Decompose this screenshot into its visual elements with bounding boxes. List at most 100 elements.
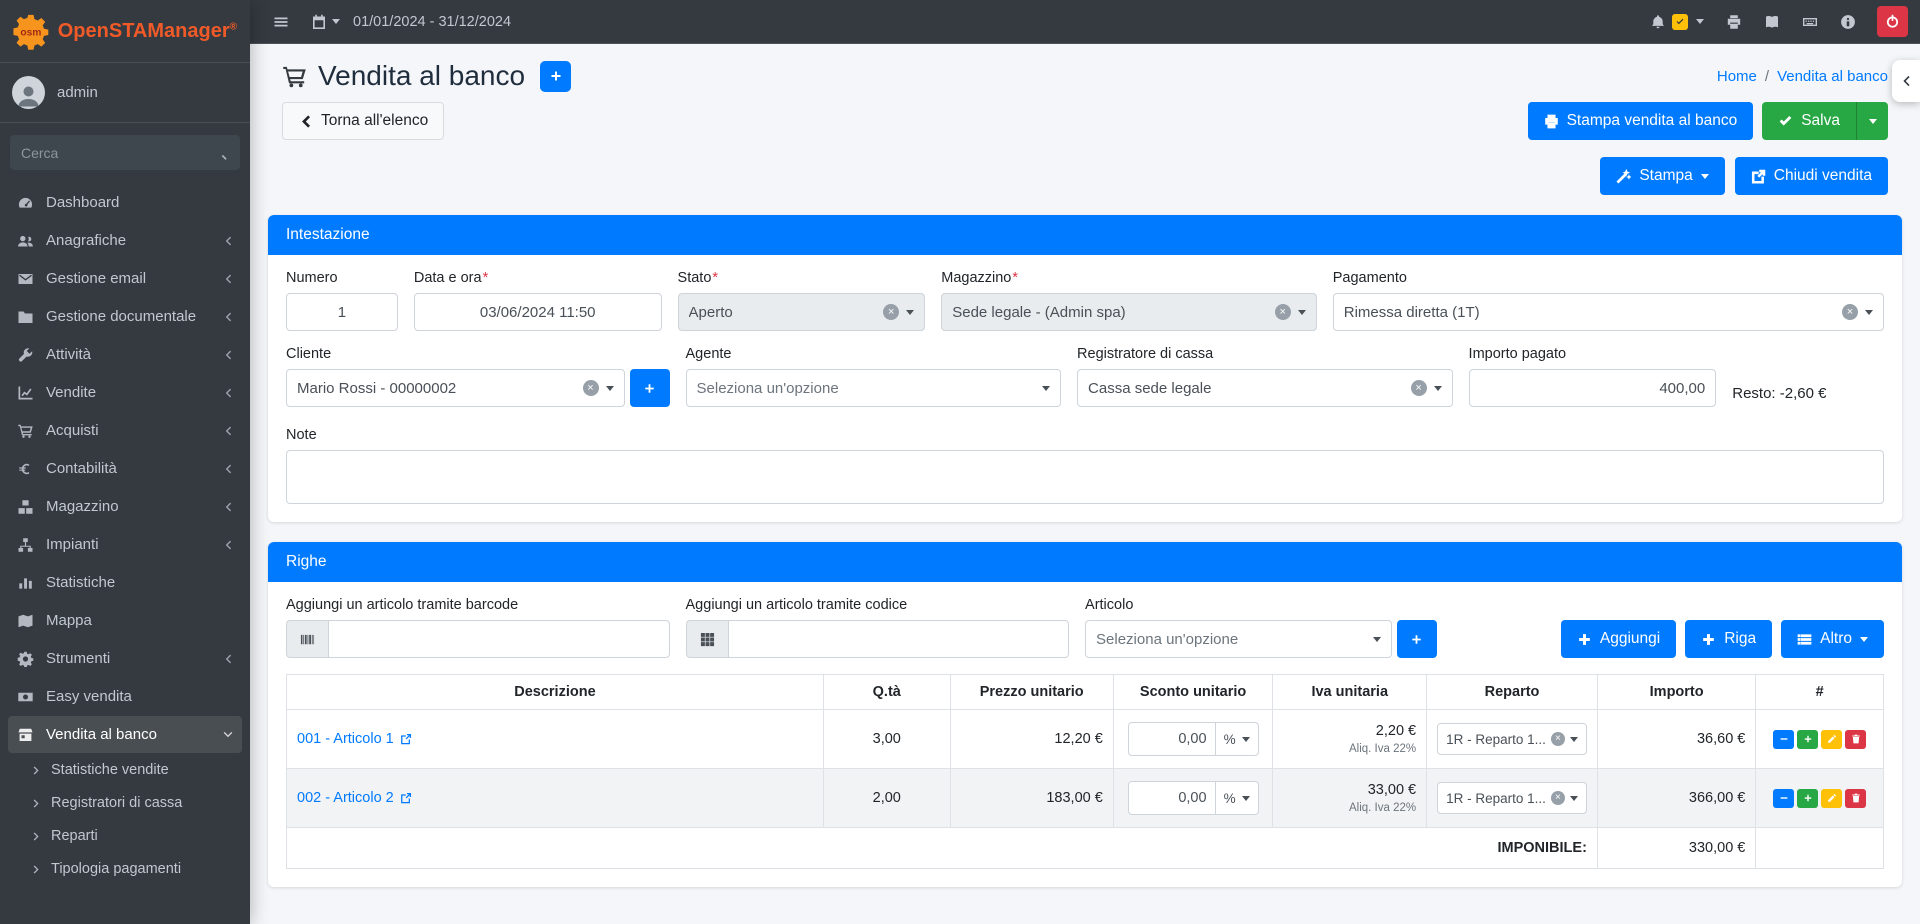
clear-icon[interactable]: × [1842, 304, 1858, 320]
articolo-select[interactable]: Seleziona un'opzione [1085, 620, 1392, 658]
cliente-field-group: Cliente Mario Rossi - 00000002 × [286, 346, 670, 407]
reparto-select[interactable]: 1R - Reparto 1... × [1437, 723, 1587, 755]
add-cliente-button[interactable] [630, 369, 670, 407]
print-sale-button[interactable]: Stampa vendita al banco [1528, 102, 1754, 140]
save-button[interactable]: Salva [1762, 102, 1856, 140]
sidebar-item-gestione-documentale[interactable]: Gestione documentale [8, 298, 242, 335]
decrease-qty-button[interactable] [1773, 730, 1794, 749]
breadcrumb-current-link[interactable]: Vendita al banco [1777, 68, 1888, 85]
menu-toggle-button[interactable] [262, 8, 300, 36]
magazzino-select[interactable]: Sede legale - (Admin spa) × [941, 293, 1317, 331]
gear-icon [16, 651, 35, 667]
note-label: Note [286, 427, 1884, 443]
registratore-label: Registratore di cassa [1077, 346, 1453, 362]
stato-select[interactable]: Aperto × [678, 293, 926, 331]
sidebar-subitem-registratori-di-cassa[interactable]: Registratori di cassa [8, 787, 242, 819]
user-name[interactable]: admin [57, 84, 98, 101]
print-dropdown-button[interactable]: Stampa [1600, 157, 1724, 195]
clear-icon[interactable]: × [1275, 304, 1291, 320]
note-input[interactable] [286, 450, 1884, 504]
save-dropdown-toggle[interactable] [1856, 102, 1888, 140]
info-button[interactable] [1829, 8, 1867, 36]
logout-button[interactable] [1877, 6, 1908, 37]
breadcrumb: Home / Vendita al banco [1717, 68, 1888, 85]
barcode-input[interactable] [328, 620, 670, 658]
control-sidebar-toggle[interactable] [1892, 60, 1920, 102]
codice-input[interactable] [728, 620, 1070, 658]
chevron-left-icon [222, 653, 234, 665]
sidebar-item-acquisti[interactable]: Acquisti [8, 412, 242, 449]
period-picker-button[interactable] [300, 8, 351, 36]
increase-qty-button[interactable] [1797, 789, 1818, 808]
altro-dropdown-button[interactable]: Altro [1781, 620, 1884, 658]
sconto-input[interactable] [1128, 722, 1216, 756]
search-button[interactable] [202, 135, 240, 170]
sidebar-item-dashboard[interactable]: Dashboard [8, 184, 242, 221]
cash-icon [16, 689, 35, 705]
sidebar-item-statistiche[interactable]: Statistiche [8, 564, 242, 601]
sidebar-item-vendita-al-banco[interactable]: Vendita al banco [8, 716, 242, 753]
data-ora-input[interactable] [414, 293, 662, 331]
clear-icon[interactable]: × [1551, 732, 1565, 746]
sidebar-subitem-tipologia-pagamenti[interactable]: Tipologia pagamenti [8, 853, 242, 885]
pagamento-select[interactable]: Rimessa diretta (1T) × [1333, 293, 1884, 331]
article-link[interactable]: 001 - Articolo 1 [297, 731, 412, 747]
plus-icon [643, 382, 656, 395]
new-record-button[interactable] [540, 61, 571, 92]
edit-row-button[interactable] [1821, 789, 1842, 808]
search-input[interactable] [10, 135, 202, 170]
shortcuts-button[interactable] [1791, 8, 1829, 36]
decrease-qty-button[interactable] [1773, 789, 1794, 808]
clear-icon[interactable]: × [583, 380, 599, 396]
sidebar-subitem-statistiche-vendite[interactable]: Statistiche vendite [8, 754, 242, 786]
sidebar-item-strumenti[interactable]: Strumenti [8, 640, 242, 677]
pencil-icon [1827, 734, 1837, 744]
article-link[interactable]: 002 - Articolo 2 [297, 790, 412, 806]
manual-button[interactable] [1753, 8, 1791, 36]
importo-pagato-input[interactable] [1469, 369, 1717, 407]
date-range[interactable]: 01/01/2024 - 31/12/2024 [353, 14, 511, 30]
agente-select[interactable]: Seleziona un'opzione [686, 369, 1062, 407]
registratore-select[interactable]: Cassa sede legale × [1077, 369, 1453, 407]
back-to-list-button[interactable]: Torna all'elenco [282, 102, 444, 140]
delete-row-button[interactable] [1845, 789, 1866, 808]
sidebar-item-vendite[interactable]: Vendite [8, 374, 242, 411]
chart-bar-icon [16, 575, 35, 591]
edit-row-button[interactable] [1821, 730, 1842, 749]
reparto-select[interactable]: 1R - Reparto 1... × [1437, 782, 1587, 814]
sidebar-item-easy-vendita[interactable]: Easy vendita [8, 678, 242, 715]
delete-row-button[interactable] [1845, 730, 1866, 749]
sconto-unit-select[interactable]: % [1216, 781, 1259, 815]
col-qta: Q.tà [823, 675, 950, 710]
sconto-unit-select[interactable]: % [1216, 722, 1259, 756]
sidebar-item-anagrafiche[interactable]: Anagrafiche [8, 222, 242, 259]
add-articolo-button[interactable] [1397, 620, 1437, 658]
cliente-select[interactable]: Mario Rossi - 00000002 × [286, 369, 625, 407]
qta-cell: 3,00 [823, 710, 950, 769]
breadcrumb-home-link[interactable]: Home [1717, 68, 1757, 85]
sidebar-item-impianti[interactable]: Impianti [8, 526, 242, 563]
clear-icon[interactable]: × [1551, 791, 1565, 805]
sidebar-item-contabilita[interactable]: Contabilità [8, 450, 242, 487]
intestazione-header: Intestazione [268, 215, 1902, 255]
clear-icon[interactable]: × [883, 304, 899, 320]
aggiungi-button[interactable]: Aggiungi [1561, 620, 1676, 658]
barcode-icon [300, 632, 315, 647]
print-shortcut-button[interactable] [1715, 8, 1753, 36]
sitemap-icon [16, 537, 35, 553]
share-square-icon [1751, 169, 1766, 184]
sidebar-item-magazzino[interactable]: Magazzino [8, 488, 242, 525]
close-sale-button[interactable]: Chiudi vendita [1735, 157, 1888, 195]
sidebar-item-attivita[interactable]: Attività [8, 336, 242, 373]
clear-icon[interactable]: × [1411, 380, 1427, 396]
riga-button[interactable]: Riga [1685, 620, 1772, 658]
sconto-input[interactable] [1128, 781, 1216, 815]
sidebar-subitem-reparti[interactable]: Reparti [8, 820, 242, 852]
sidebar-item-gestione-email[interactable]: Gestione email [8, 260, 242, 297]
notifications-button[interactable] [1639, 8, 1715, 36]
righe-table: Descrizione Q.tà Prezzo unitario Sconto … [286, 674, 1884, 869]
increase-qty-button[interactable] [1797, 730, 1818, 749]
brand[interactable]: osm OpenSTAManager® [0, 0, 250, 63]
sidebar-item-mappa[interactable]: Mappa [8, 602, 242, 639]
numero-input[interactable] [286, 293, 398, 331]
